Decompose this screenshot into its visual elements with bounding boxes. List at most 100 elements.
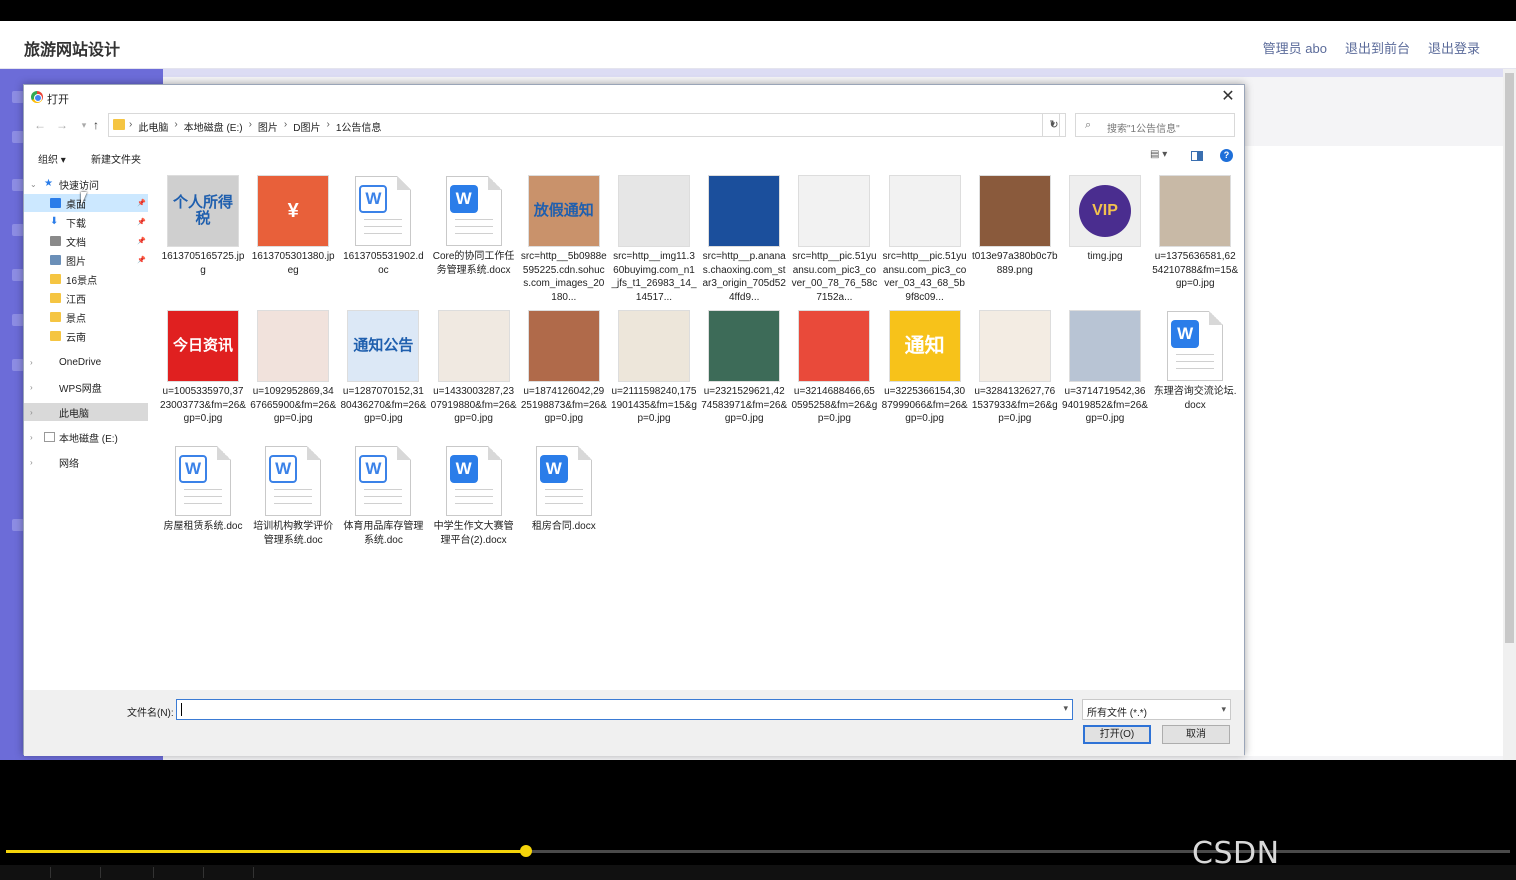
file-item[interactable]: 通知公告 u=1287070152,3180436270&fm=26&gp=0.j… — [340, 310, 426, 426]
preview-pane-icon[interactable] — [1191, 151, 1203, 161]
address-bar[interactable]: › 此电脑 › 本地磁盘 (E:) › 图片 › D图片 › 1公告信息 ▾ — [108, 113, 1060, 137]
file-item[interactable]: 放假通知 src=http__5b0988e595225.cdn.sohucs.c… — [521, 175, 607, 304]
dialog-titlebar[interactable]: 打开 ✕ — [24, 85, 1244, 109]
nav-item[interactable]: ⌄ ★ 快速访问 — [24, 175, 148, 193]
file-item[interactable]: u=2111598240,1751901435&fm=15&gp=0.jpg — [611, 310, 697, 426]
wps-docx-icon: W — [438, 445, 510, 517]
nav-item-label: 文档 — [66, 237, 86, 249]
word-logo-icon: W — [449, 455, 478, 483]
view-options-icon[interactable]: ▤ ▾ — [1150, 149, 1167, 160]
breadcrumb-item[interactable]: D图片 — [293, 119, 320, 134]
file-item[interactable]: u=1433003287,2307919880&fm=26&gp=0.jpg — [431, 310, 517, 426]
refresh-icon[interactable]: ↻ — [1042, 113, 1066, 137]
chevron-right-icon[interactable]: › — [30, 458, 33, 467]
breadcrumb-item[interactable]: 此电脑 — [138, 119, 168, 134]
admin-user-link[interactable]: 管理员 abo — [1263, 38, 1327, 57]
search-input[interactable]: ⌕ 搜索"1公告信息" — [1075, 113, 1235, 137]
file-item[interactable]: W 中学生作文大赛管理平台(2).docx — [431, 445, 517, 547]
chevron-down-icon[interactable]: ⌄ — [30, 180, 37, 189]
file-item[interactable]: W 体育用品库存管理系统.doc — [340, 445, 426, 547]
file-name: src=http__5b0988e595225.cdn.sohucs.com_i… — [520, 251, 607, 303]
logout-link[interactable]: 退出登录 — [1428, 38, 1480, 57]
file-name: 培训机构教学评价管理系统.doc — [253, 521, 334, 546]
nav-item[interactable]: 图片 📌 — [24, 251, 148, 269]
file-item[interactable]: src=http__img11.360buyimg.com_n1_jfs_t1_… — [611, 175, 697, 304]
organize-button[interactable]: 组织 ▾ — [38, 151, 66, 166]
file-item[interactable]: u=3284132627,761537933&fm=26&gp=0.jpg — [972, 310, 1058, 426]
breadcrumb-item[interactable]: 本地磁盘 (E:) — [184, 119, 243, 134]
up-arrow-icon[interactable]: ↑ — [88, 117, 104, 133]
file-item[interactable]: W Core的协同工作任务管理系统.docx — [431, 175, 517, 277]
chevron-right-icon[interactable]: › — [30, 408, 33, 417]
file-name: Core的协同工作任务管理系统.docx — [432, 251, 515, 276]
file-item[interactable]: src=http__pic.51yuansu.com_pic3_cover_03… — [882, 175, 968, 304]
nav-item[interactable]: 云南 — [24, 327, 148, 345]
nav-item[interactable]: 景点 — [24, 308, 148, 326]
folder-icon — [50, 293, 61, 303]
nav-item[interactable]: 江西 — [24, 289, 148, 307]
file-item[interactable]: u=3214688466,650595258&fm=26&gp=0.jpg — [791, 310, 877, 426]
pin-icon: 📌 — [137, 219, 146, 226]
wps-docx-icon: W — [438, 175, 510, 247]
cancel-button[interactable]: 取消 — [1162, 725, 1230, 744]
file-item[interactable]: 今日资讯 u=1005335970,3723003773&fm=26&gp=0.j… — [160, 310, 246, 426]
nav-item[interactable]: › 网络 — [24, 453, 148, 471]
open-button[interactable]: 打开(O) — [1083, 725, 1151, 744]
chevron-right-icon[interactable]: › — [30, 433, 33, 442]
file-item[interactable]: VIP timg.jpg — [1062, 175, 1148, 264]
file-name: u=3225366154,3087999066&fm=26&gp=0.jpg — [881, 386, 968, 424]
image-thumbnail: 今日资讯 — [167, 310, 239, 382]
file-item[interactable]: u=1874126042,2925198873&fm=26&gp=0.jpg — [521, 310, 607, 426]
file-item[interactable]: u=1092952869,3467665900&fm=26&gp=0.jpg — [250, 310, 336, 426]
file-item[interactable]: t013e97a380b0c7b889.png — [972, 175, 1058, 277]
image-thumbnail — [978, 310, 1051, 382]
nav-item[interactable]: › OneDrive — [24, 353, 148, 371]
file-item[interactable]: u=1375636581,6254210788&fm=15&gp=0.jpg — [1152, 175, 1238, 291]
file-item[interactable]: W 租房合同.docx — [521, 445, 607, 534]
file-item[interactable]: src=http__p.ananas.chaoxing.com_star3_or… — [701, 175, 787, 304]
progress-knob[interactable] — [520, 845, 533, 857]
breadcrumb-item[interactable]: 1公告信息 — [336, 119, 382, 134]
file-item[interactable]: u=2321529621,4274583971&fm=26&gp=0.jpg — [701, 310, 787, 426]
filetype-select[interactable]: 所有文件 (*.*) ▾ — [1082, 699, 1231, 720]
forward-arrow-icon[interactable]: → — [54, 117, 70, 133]
thumbnail-caption: 放假通知 — [533, 201, 594, 219]
file-name: u=1092952869,3467665900&fm=26&gp=0.jpg — [250, 386, 337, 424]
exit-to-frontend-link[interactable]: 退出到前台 — [1345, 38, 1410, 57]
page-scrollbar[interactable] — [1503, 69, 1516, 760]
file-item[interactable]: W 1613705531902.doc — [340, 175, 426, 277]
player-controls — [0, 865, 1516, 880]
file-item[interactable]: W 房屋租赁系统.doc — [160, 445, 246, 534]
nav-item[interactable]: ⬇ 下载 📌 — [24, 213, 148, 231]
breadcrumb-item[interactable]: 图片 — [258, 119, 278, 134]
filename-input[interactable]: ▾ — [176, 699, 1073, 720]
file-item[interactable]: ¥1613705301380.jpeg — [250, 175, 336, 277]
nav-item-label: 下载 — [66, 218, 86, 230]
nav-item[interactable]: › 此电脑 — [24, 403, 148, 421]
nav-item[interactable]: 文档 📌 — [24, 232, 148, 250]
close-icon[interactable]: ✕ — [1218, 87, 1238, 107]
help-icon[interactable]: ? — [1220, 149, 1233, 162]
file-item[interactable]: W 东理咨询交流论坛.docx — [1152, 310, 1238, 412]
filename-dropdown-icon[interactable]: ▾ — [1063, 703, 1068, 714]
chevron-right-icon[interactable]: › — [30, 358, 33, 367]
wps-doc-icon: W — [167, 445, 239, 517]
nav-item[interactable]: 16景点 — [24, 270, 148, 288]
file-name: 1613705165725.jpg — [161, 251, 245, 276]
file-name: u=1433003287,2307919880&fm=26&gp=0.jpg — [430, 386, 517, 424]
file-item[interactable]: W 培训机构教学评价管理系统.doc — [250, 445, 336, 547]
file-item[interactable]: 通知 u=3225366154,3087999066&fm=26&gp=0.jpg — [882, 310, 968, 426]
nav-item[interactable]: › 本地磁盘 (E:) — [24, 428, 148, 446]
page-scrollbar-thumb[interactable] — [1505, 73, 1514, 643]
new-folder-button[interactable]: 新建文件夹 — [91, 151, 141, 166]
word-logo-icon: W — [359, 185, 388, 213]
nav-item[interactable]: › WPS网盘 — [24, 378, 148, 396]
file-item[interactable]: src=http__pic.51yuansu.com_pic3_cover_00… — [791, 175, 877, 304]
content-header-strip — [163, 69, 1516, 77]
star-icon: ★ — [44, 178, 53, 189]
chevron-right-icon[interactable]: › — [30, 383, 33, 392]
file-item[interactable]: u=3714719542,3694019852&fm=26&gp=0.jpg — [1062, 310, 1148, 426]
file-item[interactable]: 个人所得税 1613705165725.jpg — [160, 175, 246, 277]
back-arrow-icon[interactable]: ← — [32, 117, 48, 133]
pin-icon: 📌 — [137, 238, 146, 245]
